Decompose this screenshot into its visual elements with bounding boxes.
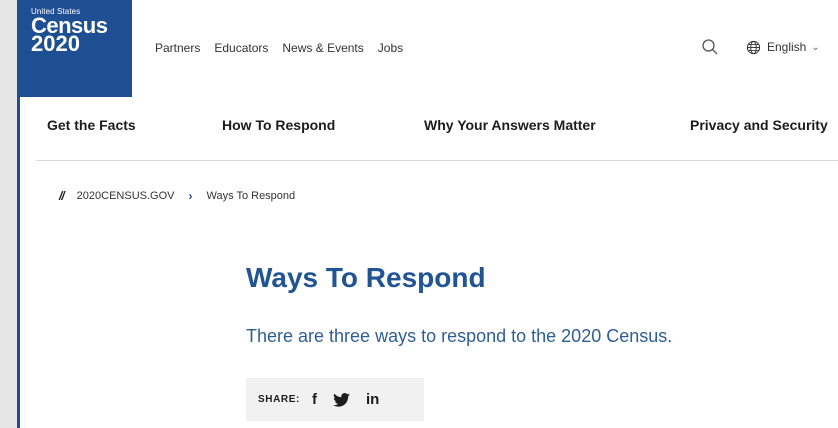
utility-nav: Partners Educators News & Events Jobs — [155, 41, 417, 57]
census-2020-logo[interactable]: United States Census 2020 — [20, 0, 132, 97]
main-nav-privacy-and-security[interactable]: Privacy and Security — [690, 117, 828, 133]
globe-icon — [746, 40, 761, 54]
search-icon — [702, 39, 718, 55]
breadcrumb-current: Ways To Respond — [206, 190, 296, 202]
utility-link-partners[interactable]: Partners — [155, 41, 200, 57]
language-selector[interactable]: English ⌄ — [746, 38, 820, 56]
search-button[interactable] — [701, 38, 719, 56]
share-bar: SHARE: f in — [246, 378, 424, 421]
logo-year: 2020 — [31, 31, 80, 56]
language-label: English — [767, 40, 807, 54]
linkedin-icon[interactable]: in — [366, 391, 379, 408]
chevron-down-icon: ⌄ — [811, 41, 820, 53]
window-left-gutter — [0, 0, 17, 428]
twitter-bird-glyph — [333, 392, 350, 407]
utility-link-educators[interactable]: Educators — [214, 41, 268, 57]
share-label: SHARE: — [258, 394, 300, 405]
facebook-icon[interactable]: f — [312, 391, 317, 408]
main-nav-why-your-answers-matter[interactable]: Why Your Answers Matter — [424, 117, 596, 133]
breadcrumb-slash-icon: // — [59, 189, 65, 203]
breadcrumb-root-link[interactable]: 2020CENSUS.GOV — [77, 190, 175, 202]
utility-link-jobs[interactable]: Jobs — [378, 41, 403, 57]
main-nav-how-to-respond[interactable]: How To Respond — [222, 117, 335, 133]
intro-text: There are three ways to respond to the 2… — [246, 326, 673, 346]
breadcrumb: // 2020CENSUS.GOV › Ways To Respond — [59, 188, 295, 204]
main-nav-get-the-facts[interactable]: Get the Facts — [47, 117, 136, 133]
page-title: Ways To Respond — [246, 262, 486, 293]
chevron-right-icon: › — [188, 189, 193, 203]
twitter-icon[interactable] — [333, 392, 350, 407]
nav-divider — [36, 160, 838, 161]
utility-link-news-events[interactable]: News & Events — [282, 41, 363, 57]
